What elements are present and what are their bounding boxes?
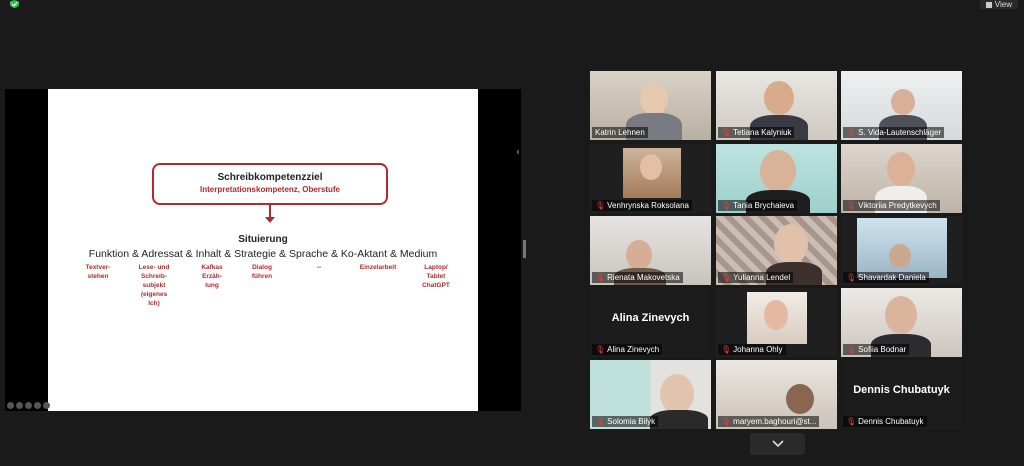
mic-off-icon: 🎙 bbox=[846, 201, 857, 210]
mic-off-icon: 🎙 bbox=[846, 417, 857, 426]
participant-tile[interactable]: 🎙 Rienata Makovetska bbox=[590, 216, 711, 285]
participant-name: 🎙 Sofiia Bodnar bbox=[843, 344, 910, 355]
participant-name: 🎙 Alina Zinevych bbox=[592, 344, 663, 355]
next-slide-icon[interactable] bbox=[43, 402, 50, 409]
mic-off-icon: 🎙 bbox=[721, 417, 732, 426]
participant-tile[interactable]: 🎙 Johanna Ohly bbox=[716, 288, 837, 357]
participant-tile[interactable]: 🎙 S. Vida-Lautenschläger bbox=[841, 71, 962, 140]
mic-off-icon: 🎙 bbox=[595, 417, 606, 426]
participant-name: 🎙 Dennis Chubatuyk bbox=[843, 416, 927, 427]
goal-box: Schreibkompetenzziel Interpretationskomp… bbox=[152, 163, 388, 205]
participant-tile[interactable]: 🎙 Sofiia Bodnar bbox=[841, 288, 962, 357]
shield-icon[interactable] bbox=[9, 0, 20, 8]
participant-name: 🎙 Yulianna Lendel bbox=[718, 272, 794, 283]
participant-tile[interactable]: Katrin Lehnen bbox=[590, 71, 711, 140]
note-addressee: Lese- und Schreib- subjekt (eigenes Ich) bbox=[138, 264, 170, 307]
view-button[interactable]: View bbox=[979, 0, 1018, 9]
note-language: -- bbox=[316, 264, 322, 271]
mic-off-icon: 🎙 bbox=[721, 201, 732, 210]
participant-name: 🎙 Tetiana Kalyniuk bbox=[718, 127, 795, 138]
mic-off-icon: 🎙 bbox=[721, 128, 732, 137]
prev-slide-icon[interactable] bbox=[7, 402, 14, 409]
participant-name: Katrin Lehnen bbox=[592, 127, 648, 138]
top-bar: View bbox=[0, 0, 1024, 10]
chevron-down-icon bbox=[771, 440, 784, 448]
shared-screen: Schreibkompetenzziel Interpretationskomp… bbox=[5, 89, 521, 411]
mic-off-icon: 🎙 bbox=[846, 345, 857, 354]
situation-line: Funktion & Adressat & Inhalt & Strategie… bbox=[88, 248, 438, 260]
goal-title: Schreibkompetenzziel bbox=[217, 172, 323, 183]
participant-name: 🎙 maryem.baghouri@st... bbox=[718, 416, 820, 427]
mic-off-icon: 🎙 bbox=[721, 345, 732, 354]
participant-tile[interactable]: 🎙 Viktoriia Predytkevych bbox=[841, 144, 962, 213]
edge-mark bbox=[517, 150, 519, 154]
pen-icon[interactable] bbox=[16, 402, 23, 409]
zoom-icon[interactable] bbox=[34, 402, 41, 409]
participant-name: 🎙 Viktoriia Predytkevych bbox=[843, 200, 940, 211]
participant-tile[interactable]: 🎙 Shavardak Daniela bbox=[841, 216, 962, 285]
note-medium: Laptop/ Tablet ChatGPT bbox=[422, 264, 450, 289]
view-label: View bbox=[994, 0, 1012, 9]
participant-name: 🎙 Solomia Bilyk bbox=[592, 416, 659, 427]
participant-display-name: Alina Zinevych bbox=[611, 312, 690, 324]
note-function: Textver- stehen bbox=[85, 264, 111, 280]
participant-tile[interactable]: 🎙 maryem.baghouri@st... bbox=[716, 360, 837, 429]
grid-icon bbox=[985, 1, 992, 8]
mic-off-icon: 🎙 bbox=[846, 128, 857, 137]
participant-tile[interactable]: 🎙 Yulianna Lendel bbox=[716, 216, 837, 285]
mic-off-icon: 🎙 bbox=[595, 201, 606, 210]
participant-name: 🎙 Rienata Makovetska bbox=[592, 272, 683, 283]
more-participants-button[interactable] bbox=[750, 433, 805, 455]
participant-tile[interactable]: 🎙 Venhrynska Roksolana bbox=[590, 144, 711, 213]
participant-name: 🎙 S. Vida-Lautenschläger bbox=[843, 127, 945, 138]
participant-name: 🎙 Venhrynska Roksolana bbox=[592, 200, 692, 211]
participant-tile[interactable]: Alina Zinevych 🎙 Alina Zinevych bbox=[590, 288, 711, 357]
participant-tile[interactable]: Dennis Chubatuyk 🎙 Dennis Chubatuyk bbox=[841, 360, 962, 429]
note-content: Kafkas Erzäh- lung bbox=[201, 264, 223, 289]
mic-off-icon: 🎙 bbox=[721, 273, 732, 282]
participant-tile[interactable]: 🎙 Tetiana Kalyniuk bbox=[716, 71, 837, 140]
slides-icon[interactable] bbox=[25, 402, 32, 409]
participant-display-name: Dennis Chubatuyk bbox=[853, 384, 950, 396]
resize-handle[interactable] bbox=[523, 240, 526, 258]
participant-tile[interactable]: 🎙 Tania Brychaieva bbox=[716, 144, 837, 213]
presentation-slide: Schreibkompetenzziel Interpretationskomp… bbox=[48, 89, 478, 411]
mic-off-icon: 🎙 bbox=[595, 273, 606, 282]
mic-off-icon: 🎙 bbox=[846, 273, 857, 282]
note-coactant: Einzelarbeit bbox=[359, 264, 397, 271]
participant-name: 🎙 Tania Brychaieva bbox=[718, 200, 798, 211]
arrow-down-icon bbox=[265, 217, 275, 223]
slide-controls bbox=[7, 402, 50, 409]
participant-name: 🎙 Johanna Ohly bbox=[718, 344, 786, 355]
situation-title: Situierung bbox=[238, 234, 288, 245]
participant-tile[interactable]: 🎙 Solomia Bilyk bbox=[590, 360, 711, 429]
participant-name: 🎙 Shavardak Daniela bbox=[843, 272, 929, 283]
note-strategy: Dialog führen bbox=[251, 264, 273, 280]
mic-off-icon: 🎙 bbox=[595, 345, 606, 354]
goal-subtitle: Interpretationskompetenz, Oberstufe bbox=[199, 185, 341, 194]
